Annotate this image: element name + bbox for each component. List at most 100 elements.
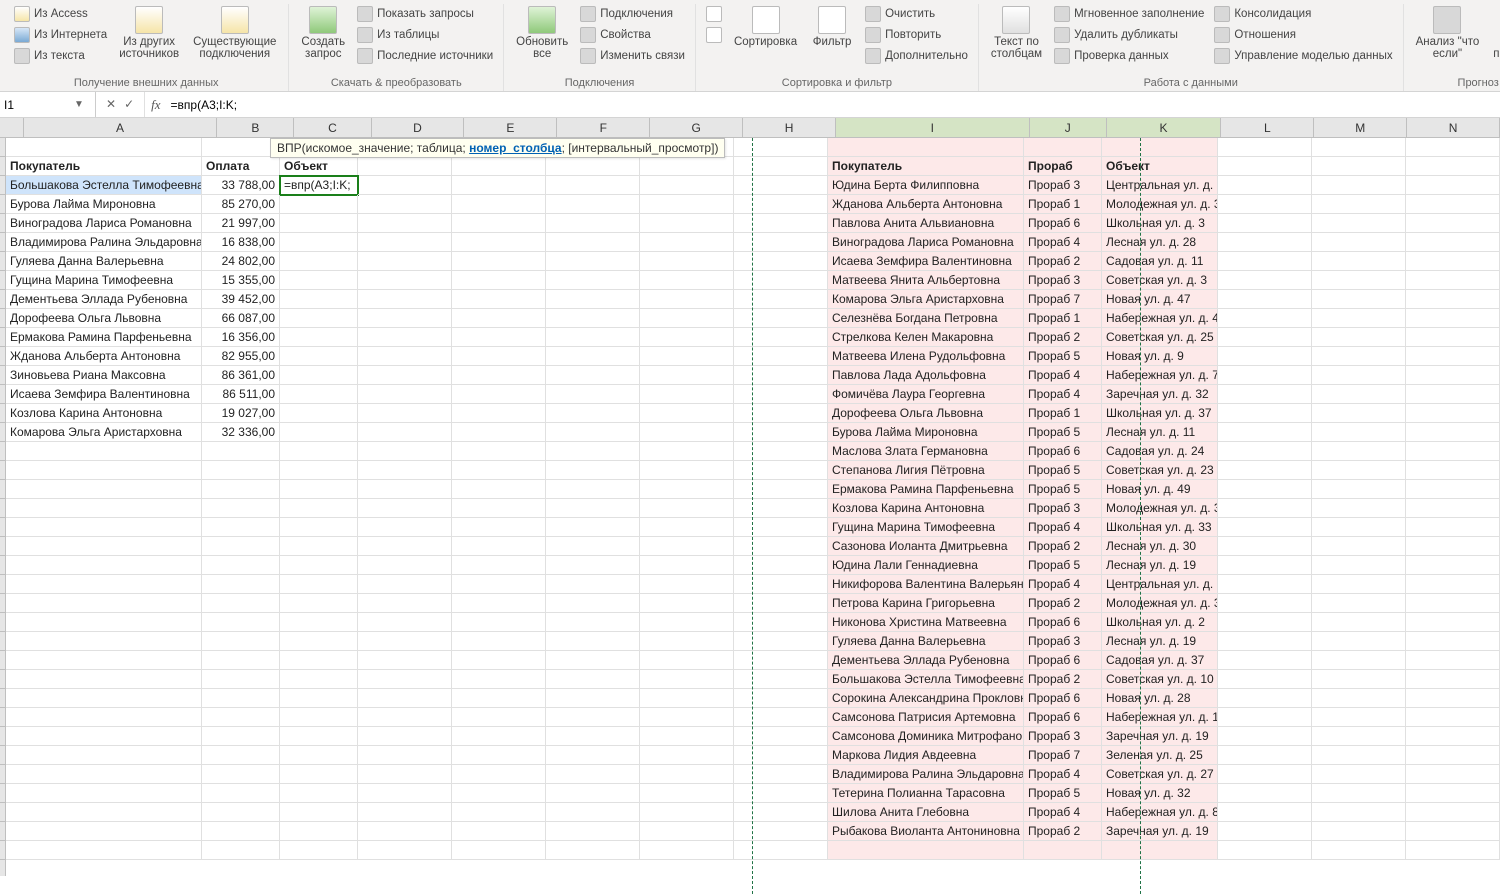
cell[interactable] — [452, 499, 546, 518]
cell[interactable]: Никифорова Валентина Валерьяновна — [828, 575, 1024, 594]
cell[interactable] — [452, 309, 546, 328]
cell[interactable]: Покупатель — [6, 157, 202, 176]
cell[interactable] — [1218, 195, 1312, 214]
cell[interactable] — [452, 613, 546, 632]
cell[interactable] — [640, 613, 734, 632]
cell[interactable] — [202, 708, 280, 727]
cell[interactable]: Гущина Марина Тимофеевна — [6, 271, 202, 290]
cell[interactable] — [358, 252, 452, 271]
cell[interactable]: Прораб 1 — [1024, 309, 1102, 328]
cell[interactable] — [452, 841, 546, 860]
cell[interactable]: 82 955,00 — [202, 347, 280, 366]
cell[interactable] — [6, 575, 202, 594]
cell[interactable] — [358, 328, 452, 347]
cell[interactable] — [1218, 138, 1312, 157]
cell[interactable] — [1406, 670, 1500, 689]
col-header-A[interactable]: A — [24, 118, 218, 137]
cell[interactable]: Заречная ул. д. 19 — [1102, 727, 1218, 746]
cell[interactable] — [6, 765, 202, 784]
cell[interactable] — [1218, 252, 1312, 271]
cell[interactable]: Прораб 6 — [1024, 613, 1102, 632]
cell[interactable] — [280, 442, 358, 461]
cell[interactable] — [280, 765, 358, 784]
cell[interactable] — [1312, 689, 1406, 708]
cell[interactable]: Юдина Лали Геннадиевна — [828, 556, 1024, 575]
cell[interactable] — [6, 746, 202, 765]
cell[interactable] — [452, 442, 546, 461]
cell[interactable] — [280, 708, 358, 727]
cell[interactable]: Покупатель — [828, 157, 1024, 176]
col-header-J[interactable]: J — [1030, 118, 1107, 137]
cell[interactable]: Объект — [1102, 157, 1218, 176]
ribbon-new-query[interactable]: Создать запрос — [295, 4, 351, 66]
col-header-B[interactable]: B — [217, 118, 294, 137]
cell[interactable] — [546, 613, 640, 632]
cell[interactable] — [546, 537, 640, 556]
cell[interactable] — [280, 822, 358, 841]
cell[interactable] — [734, 537, 828, 556]
ribbon-clear[interactable]: Очистить — [861, 4, 972, 24]
cell[interactable]: Заречная ул. д. 32 — [1102, 385, 1218, 404]
cell[interactable] — [6, 499, 202, 518]
cell[interactable] — [546, 157, 640, 176]
cell[interactable] — [280, 385, 358, 404]
cell[interactable]: Прораб 2 — [1024, 822, 1102, 841]
cell[interactable] — [202, 556, 280, 575]
cell[interactable]: Прораб 5 — [1024, 347, 1102, 366]
cell[interactable] — [1218, 556, 1312, 575]
cell[interactable] — [1312, 518, 1406, 537]
cell[interactable] — [640, 727, 734, 746]
cell[interactable] — [280, 746, 358, 765]
cell[interactable] — [202, 689, 280, 708]
cell[interactable] — [452, 632, 546, 651]
cell[interactable] — [1218, 537, 1312, 556]
col-header-E[interactable]: E — [464, 118, 557, 137]
cell[interactable] — [202, 841, 280, 860]
cell[interactable] — [640, 689, 734, 708]
cell[interactable] — [546, 271, 640, 290]
cell[interactable]: Прораб 4 — [1024, 803, 1102, 822]
cell[interactable] — [280, 290, 358, 309]
cell[interactable] — [6, 727, 202, 746]
cell[interactable] — [640, 784, 734, 803]
cell[interactable] — [358, 176, 452, 195]
col-header-H[interactable]: H — [743, 118, 836, 137]
cell[interactable] — [358, 727, 452, 746]
cell[interactable] — [1406, 632, 1500, 651]
cell[interactable]: Новая ул. д. 49 — [1102, 480, 1218, 499]
cell[interactable] — [280, 195, 358, 214]
cell[interactable] — [1218, 442, 1312, 461]
cell[interactable] — [1218, 841, 1312, 860]
name-box-dropdown-icon[interactable]: ▼ — [74, 99, 84, 110]
cell[interactable] — [1312, 708, 1406, 727]
cell[interactable] — [358, 461, 452, 480]
cell[interactable] — [640, 746, 734, 765]
cell[interactable] — [280, 233, 358, 252]
cell[interactable] — [640, 518, 734, 537]
cell[interactable]: Павлова Анита Альвиановна — [828, 214, 1024, 233]
cell[interactable] — [280, 689, 358, 708]
cell[interactable] — [1406, 461, 1500, 480]
col-header-M[interactable]: M — [1314, 118, 1407, 137]
cell[interactable]: 24 802,00 — [202, 252, 280, 271]
cell[interactable]: Самсонова Патрисия Артемовна — [828, 708, 1024, 727]
cell[interactable]: Прораб 3 — [1024, 727, 1102, 746]
cell[interactable] — [6, 461, 202, 480]
cell[interactable] — [1312, 328, 1406, 347]
cell[interactable] — [452, 594, 546, 613]
cell[interactable] — [640, 480, 734, 499]
cell[interactable]: Степанова Лигия Пётровна — [828, 461, 1024, 480]
cell[interactable] — [640, 404, 734, 423]
cell[interactable] — [734, 613, 828, 632]
cell[interactable] — [546, 252, 640, 271]
cell[interactable]: 19 027,00 — [202, 404, 280, 423]
cell[interactable] — [1218, 651, 1312, 670]
cell[interactable] — [358, 651, 452, 670]
cell[interactable] — [1312, 803, 1406, 822]
cell[interactable] — [202, 594, 280, 613]
cell[interactable]: Прораб 6 — [1024, 214, 1102, 233]
cell[interactable] — [452, 214, 546, 233]
cell[interactable]: Лесная ул. д. 11 — [1102, 423, 1218, 442]
cell[interactable] — [280, 632, 358, 651]
cell[interactable]: 15 355,00 — [202, 271, 280, 290]
